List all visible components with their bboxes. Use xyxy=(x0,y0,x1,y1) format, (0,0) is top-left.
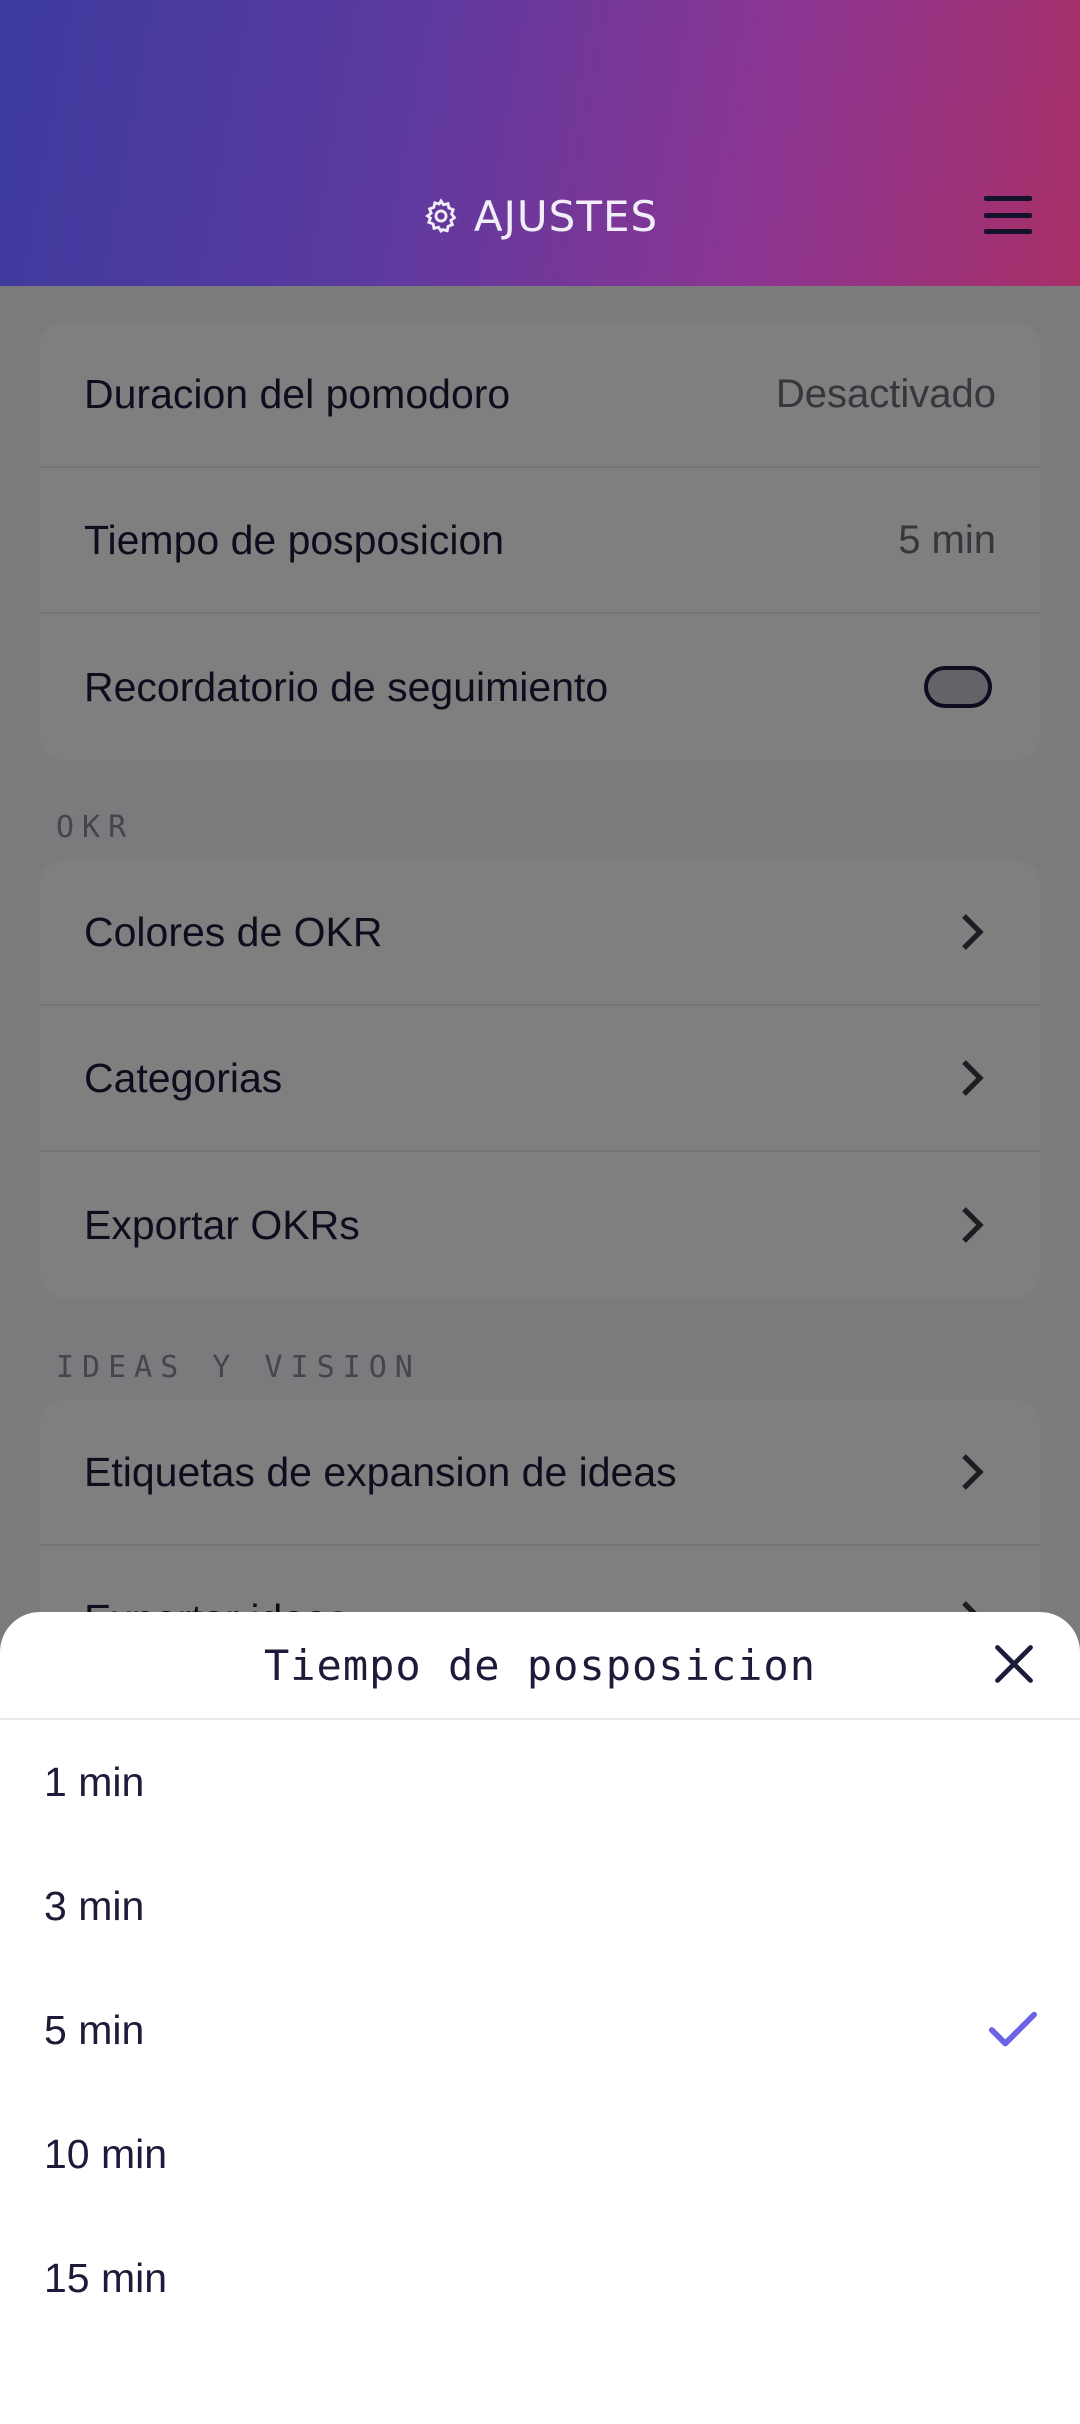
hamburger-menu-icon[interactable] xyxy=(984,196,1032,234)
snooze-bottom-sheet: Tiempo de posposicion 1 min 3 min 5 min … xyxy=(0,1612,1080,2424)
sheet-title: Tiempo de posposicion xyxy=(263,1640,816,1690)
snooze-option[interactable]: 1 min xyxy=(0,1720,1080,1844)
snooze-option[interactable]: 3 min xyxy=(0,1844,1080,1968)
snooze-option-selected[interactable]: 5 min xyxy=(0,1968,1080,2092)
menu-line xyxy=(984,229,1032,234)
snooze-option[interactable]: 15 min xyxy=(0,2216,1080,2340)
checkmark-icon xyxy=(988,2011,1038,2047)
page-title: AJUSTES xyxy=(473,191,659,241)
snooze-option[interactable]: 10 min xyxy=(0,2092,1080,2216)
menu-line xyxy=(984,196,1032,201)
option-label: 5 min xyxy=(44,2006,145,2053)
menu-line xyxy=(984,212,1032,218)
option-label: 1 min xyxy=(44,1758,145,1805)
header-title-group: AJUSTES xyxy=(0,186,1080,246)
app-header: AJUSTES xyxy=(0,0,1080,286)
sheet-header: Tiempo de posposicion xyxy=(0,1612,1080,1720)
close-icon[interactable] xyxy=(992,1642,1036,1686)
option-label: 15 min xyxy=(44,2254,168,2301)
option-label: 3 min xyxy=(44,1882,145,1929)
settings-screen: AJUSTES Duracion del pomodoro Desactivad… xyxy=(0,0,1080,2424)
gear-icon xyxy=(424,198,457,234)
option-label: 10 min xyxy=(44,2130,168,2177)
